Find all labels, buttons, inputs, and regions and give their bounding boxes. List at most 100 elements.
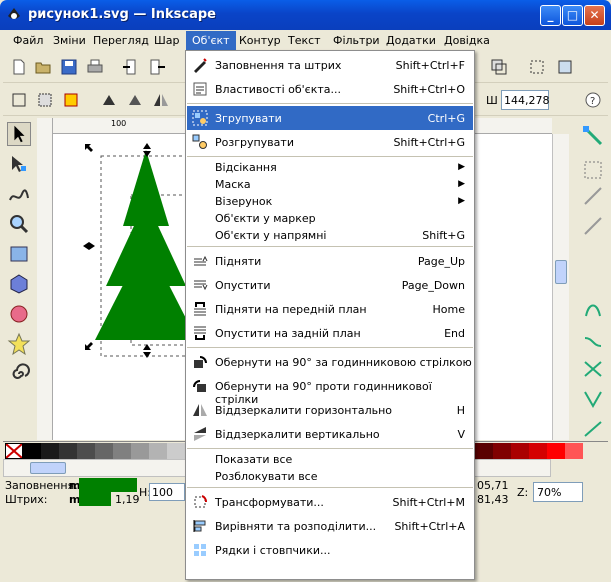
width-field[interactable]: 144,278: [501, 90, 550, 110]
clone-icon[interactable]: [489, 57, 509, 77]
color-swatch[interactable]: [529, 443, 547, 459]
menu-item[interactable]: Опустити Page_Down: [187, 273, 473, 297]
menu-item[interactable]: Вирівняти та розподілити... Shift+Ctrl+A: [187, 514, 473, 538]
color-swatch[interactable]: [41, 443, 59, 459]
rotate-ccw-tool-icon[interactable]: [99, 90, 119, 110]
zoom-field[interactable]: 70%: [533, 482, 583, 502]
node-tool-icon[interactable]: [7, 152, 31, 176]
rotate-cw-tool-icon[interactable]: [125, 90, 145, 110]
color-swatch[interactable]: [95, 443, 113, 459]
menu-item[interactable]: Трансформувати... Shift+Ctrl+M: [187, 490, 473, 514]
flip-h-tool-icon[interactable]: [151, 90, 171, 110]
spiral-tool-icon[interactable]: [7, 362, 31, 386]
no-paint-swatch[interactable]: [5, 443, 23, 459]
zoom-tool-icon[interactable]: [7, 212, 31, 236]
color-swatch[interactable]: [565, 443, 583, 459]
menu-separator: [187, 246, 473, 247]
export-icon[interactable]: [147, 57, 167, 77]
menu-text[interactable]: Текст: [288, 34, 321, 47]
save-icon[interactable]: [59, 57, 79, 77]
menu-view[interactable]: Перегляд: [93, 34, 149, 47]
color-swatch[interactable]: [113, 443, 131, 459]
color-swatch[interactable]: [547, 443, 565, 459]
menu-item[interactable]: Віддзеркалити вертикально V: [187, 422, 473, 446]
resize-handle-n-icon[interactable]: [143, 143, 151, 157]
star-tool-icon[interactable]: [7, 332, 31, 356]
menu-item[interactable]: Розгрупувати Shift+Ctrl+G: [187, 130, 473, 154]
resize-handle-nw-icon[interactable]: [85, 144, 93, 152]
menu-item[interactable]: Властивості об'єкта... Shift+Ctrl+O: [187, 77, 473, 101]
menu-item[interactable]: Опустити на задній план End: [187, 321, 473, 345]
menu-item[interactable]: Заповнення та штрих Shift+Ctrl+F: [187, 53, 473, 77]
menu-item[interactable]: Підняти Page_Up: [187, 249, 473, 273]
menu-item[interactable]: Об'єкти у напрямні Shift+G: [187, 227, 473, 244]
zoom-selection-icon[interactable]: [527, 57, 547, 77]
menu-edit[interactable]: Зміни: [53, 34, 86, 47]
fill-swatch[interactable]: [79, 478, 137, 492]
select-all-icon[interactable]: [9, 90, 29, 110]
deselect-icon[interactable]: [61, 90, 81, 110]
print-icon[interactable]: [85, 57, 105, 77]
ellipse-tool-icon[interactable]: [7, 302, 31, 326]
close-button[interactable]: ✕: [584, 5, 605, 26]
menu-object[interactable]: Об'єкт: [186, 31, 236, 51]
color-swatch[interactable]: [23, 443, 41, 459]
snap-bbox-corner-icon[interactable]: [581, 214, 605, 238]
help-icon[interactable]: ?: [583, 90, 603, 110]
3d-box-tool-icon[interactable]: [7, 272, 31, 296]
menu-item[interactable]: Обернути на 90° за годинниковою стрілкою: [187, 350, 473, 374]
menu-item[interactable]: Віддзеркалити горизонтально H: [187, 398, 473, 422]
menu-item[interactable]: Згрупувати Ctrl+G: [187, 106, 473, 130]
menu-item[interactable]: Розблокувати все: [187, 468, 473, 485]
zoom-drawing-icon[interactable]: [555, 57, 575, 77]
h-field[interactable]: 100: [149, 483, 185, 501]
rectangle-tool-icon[interactable]: [7, 242, 31, 266]
snap-cusp-icon[interactable]: [581, 388, 605, 412]
stroke-swatch[interactable]: [79, 492, 111, 506]
color-swatch[interactable]: [493, 443, 511, 459]
snap-bbox-icon[interactable]: [581, 158, 605, 182]
color-swatch[interactable]: [511, 443, 529, 459]
maximize-button[interactable]: □: [562, 5, 583, 26]
tree-bottom-tier[interactable]: [95, 240, 197, 340]
color-swatch[interactable]: [131, 443, 149, 459]
tweak-tool-icon[interactable]: [7, 182, 31, 206]
new-document-icon[interactable]: [9, 57, 29, 77]
snap-toggle-icon[interactable]: [581, 124, 605, 148]
menu-file[interactable]: Файл: [13, 34, 43, 47]
minimize-button[interactable]: _: [540, 5, 561, 26]
vertical-scrollbar[interactable]: [552, 134, 569, 440]
color-swatch[interactable]: [167, 443, 185, 459]
snap-nodes-icon[interactable]: [581, 298, 605, 322]
import-icon[interactable]: [121, 57, 141, 77]
snap-paths-icon[interactable]: [581, 328, 605, 352]
color-swatch[interactable]: [59, 443, 77, 459]
open-icon[interactable]: [33, 57, 53, 77]
menu-item[interactable]: Показати все: [187, 451, 473, 468]
resize-handle-s-icon[interactable]: [143, 344, 151, 358]
snap-bbox-edge-icon[interactable]: [581, 184, 605, 208]
resize-handle-sw-icon[interactable]: [85, 342, 93, 350]
vertical-scroll-thumb[interactable]: [555, 260, 567, 284]
menu-item[interactable]: Рядки і стовпчики...: [187, 538, 473, 562]
color-swatch[interactable]: [77, 443, 95, 459]
color-swatch[interactable]: [475, 443, 493, 459]
horizontal-scroll-thumb[interactable]: [30, 462, 66, 474]
menu-layer[interactable]: Шар: [154, 34, 180, 47]
snap-midpoints-icon[interactable]: [581, 418, 605, 442]
snap-intersections-icon[interactable]: [581, 358, 605, 382]
color-swatch[interactable]: [149, 443, 167, 459]
selector-tool-icon[interactable]: [7, 122, 31, 146]
menu-item[interactable]: Обернути на 90° проти годинникової стріл…: [187, 374, 473, 406]
menu-item[interactable]: Об'єкти у маркер: [187, 210, 473, 227]
select-all-layers-icon[interactable]: [35, 90, 55, 110]
menu-item[interactable]: Підняти на передній план Home: [187, 297, 473, 321]
menu-item[interactable]: Відсікання ▶: [187, 159, 473, 176]
menu-item[interactable]: Маска ▶: [187, 176, 473, 193]
menu-extensions[interactable]: Додатки: [386, 34, 436, 47]
menu-item[interactable]: Візерунок ▶: [187, 193, 473, 210]
menu-path[interactable]: Контур: [239, 34, 281, 47]
menu-help[interactable]: Довідка: [444, 34, 490, 47]
menu-filters[interactable]: Фільтри: [333, 34, 380, 47]
resize-handle-w-icon[interactable]: [83, 242, 95, 250]
